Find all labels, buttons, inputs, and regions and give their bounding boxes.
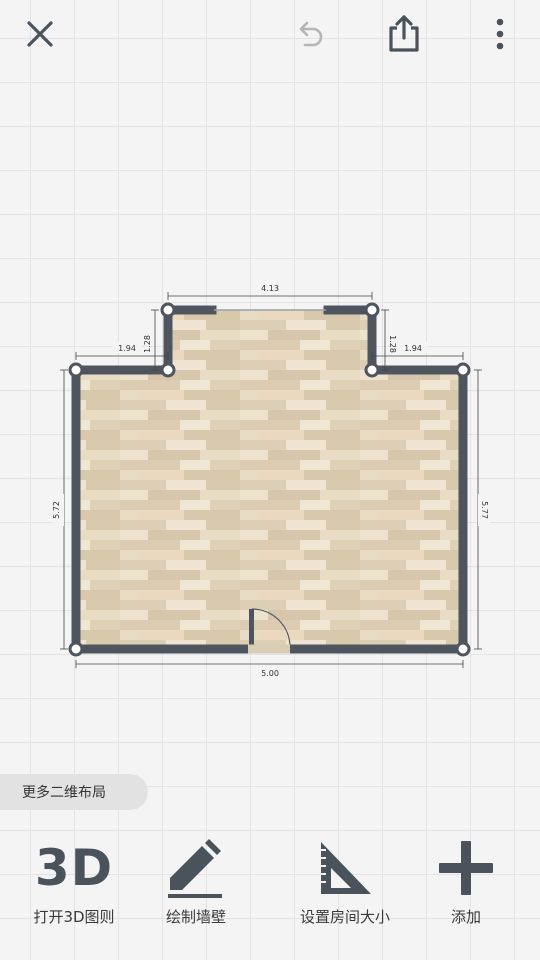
3d-icon: 3D <box>34 839 114 897</box>
open-3d-button[interactable]: 3D 打开3D图则 <box>24 830 124 927</box>
dim-bottom-width: 5.00 <box>261 669 279 678</box>
bottom-toolbar: 3D 打开3D图则 绘制墙壁 设置房间大小 添加 <box>0 830 540 960</box>
set-room-size-button[interactable]: 设置房间大小 <box>290 830 400 927</box>
pencil-icon <box>168 839 222 898</box>
dim-left-step-width: 1.94 <box>118 344 136 353</box>
floor-plan-canvas[interactable]: 4.13 1.94 1.94 1.28 1.28 5.72 5.77 5.00 <box>0 0 540 760</box>
room-floor[interactable] <box>76 310 463 649</box>
more-2d-layouts-label: 更多二维布局 <box>22 785 106 801</box>
add-label: 添加 <box>450 908 481 926</box>
plus-icon <box>439 841 493 895</box>
dim-left-height: 5.72 <box>52 501 61 519</box>
set-room-size-label: 设置房间大小 <box>299 908 390 926</box>
corner-handle[interactable] <box>455 641 471 657</box>
dim-left-step-height: 1.28 <box>143 335 152 353</box>
corner-handle[interactable] <box>68 641 84 657</box>
more-2d-layouts-button[interactable]: 更多二维布局 <box>0 774 148 810</box>
corner-handle[interactable] <box>364 362 380 378</box>
add-button[interactable]: 添加 <box>420 830 512 927</box>
corner-handle[interactable] <box>364 302 380 318</box>
dim-right-step-height: 1.28 <box>388 335 397 353</box>
corner-handle[interactable] <box>455 362 471 378</box>
dim-right-height: 5.77 <box>480 501 489 519</box>
corner-handle[interactable] <box>68 362 84 378</box>
set-square-icon <box>321 842 371 894</box>
corner-handle[interactable] <box>160 362 176 378</box>
dim-right-step-width: 1.94 <box>404 344 422 353</box>
draw-walls-button[interactable]: 绘制墙壁 <box>148 830 244 927</box>
draw-walls-label: 绘制墙壁 <box>165 908 226 926</box>
open-3d-label: 打开3D图则 <box>33 908 115 926</box>
corner-handle[interactable] <box>160 302 176 318</box>
dim-top-opening: 4.13 <box>261 284 279 293</box>
